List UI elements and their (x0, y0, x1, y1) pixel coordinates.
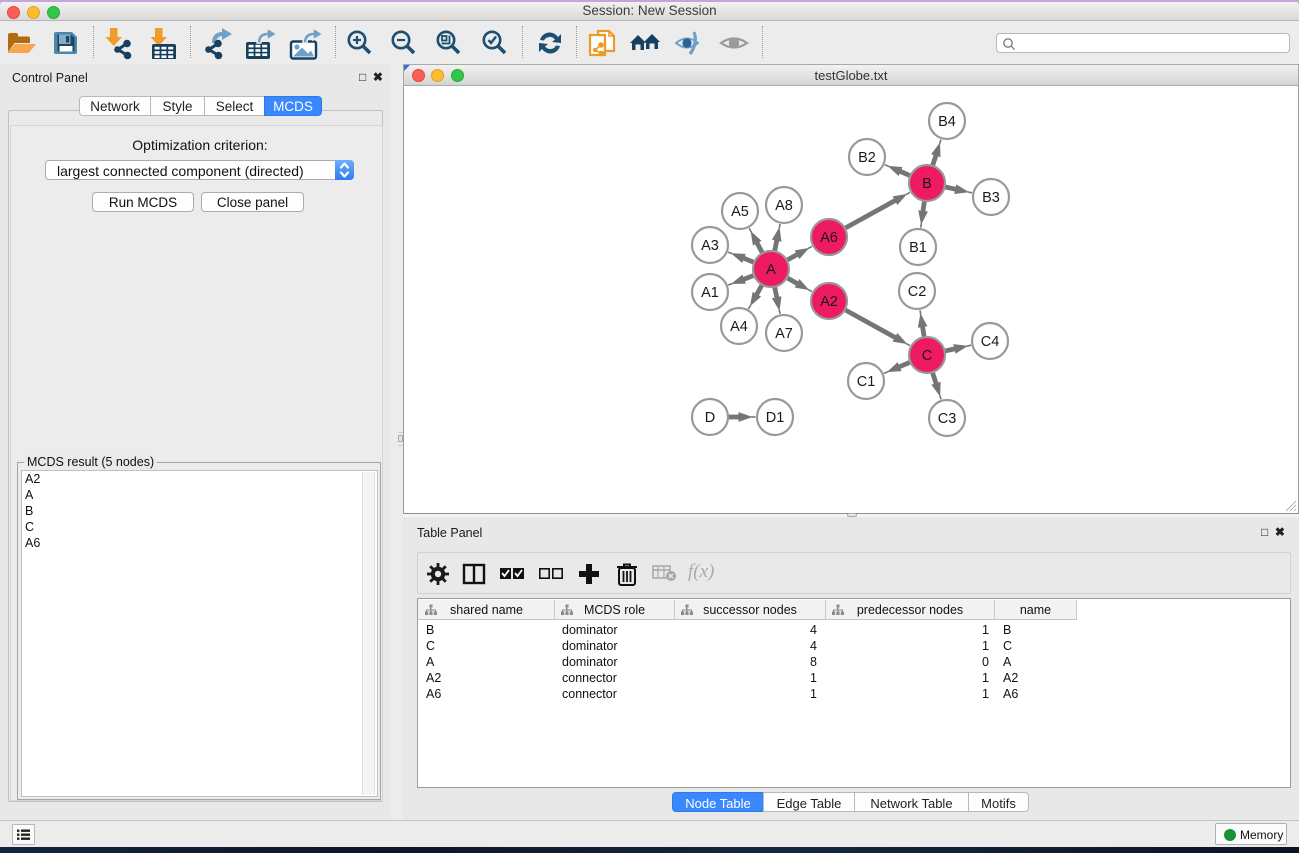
svg-text:A5: A5 (731, 204, 749, 220)
svg-text:C3: C3 (938, 411, 957, 427)
svg-text:A3: A3 (701, 238, 719, 254)
svg-text:A2: A2 (820, 294, 838, 310)
svg-text:C: C (922, 348, 932, 364)
svg-text:A4: A4 (730, 319, 748, 335)
svg-text:A8: A8 (775, 198, 793, 214)
svg-text:D: D (705, 410, 715, 426)
svg-text:B3: B3 (982, 190, 1000, 206)
svg-text:B2: B2 (858, 150, 876, 166)
svg-text:A6: A6 (820, 230, 838, 246)
svg-text:C1: C1 (857, 374, 876, 390)
svg-text:B: B (922, 176, 932, 192)
svg-text:C4: C4 (981, 334, 1000, 350)
svg-text:A: A (766, 262, 776, 278)
svg-text:B1: B1 (909, 240, 927, 256)
svg-text:A1: A1 (701, 285, 719, 301)
svg-text:B4: B4 (938, 114, 956, 130)
svg-text:C2: C2 (908, 284, 927, 300)
svg-text:D1: D1 (766, 410, 785, 426)
svg-text:A7: A7 (775, 326, 793, 342)
